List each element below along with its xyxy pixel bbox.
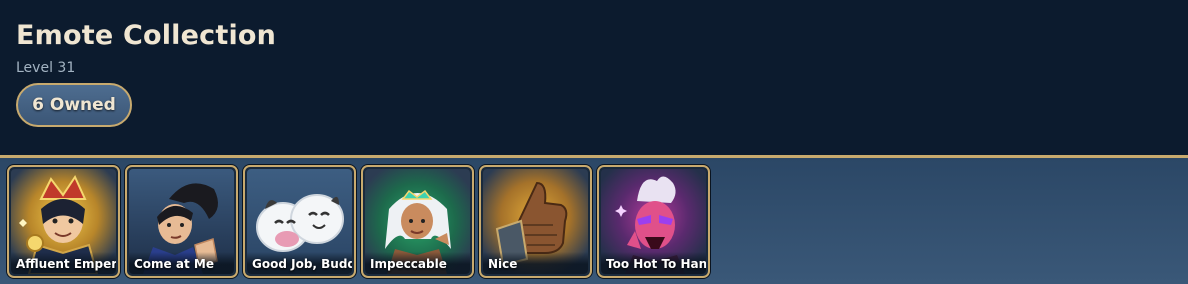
owned-count-button[interactable]: 6 Owned	[16, 83, 132, 127]
emote-tile[interactable]: Too Hot To Han	[597, 165, 710, 278]
emote-label: Affluent Emper	[11, 252, 116, 274]
emote-tile[interactable]: Nice	[479, 165, 592, 278]
emote-label: Impeccable	[365, 252, 470, 274]
emote-label: Nice	[483, 252, 588, 274]
emote-label: Come at Me	[129, 252, 234, 274]
emote-tile[interactable]: Impeccable	[361, 165, 474, 278]
emote-label: Good Job, Budd	[247, 252, 352, 274]
emote-label: Too Hot To Han	[601, 252, 706, 274]
page-header: Emote Collection Level 31 6 Owned	[0, 0, 1188, 156]
page-title: Emote Collection	[16, 20, 277, 51]
emote-tile[interactable]: Good Job, Budd	[243, 165, 356, 278]
level-text: Level 31	[16, 60, 76, 76]
emote-tile[interactable]: Come at Me	[125, 165, 238, 278]
emote-tile[interactable]: Affluent Emper	[7, 165, 120, 278]
